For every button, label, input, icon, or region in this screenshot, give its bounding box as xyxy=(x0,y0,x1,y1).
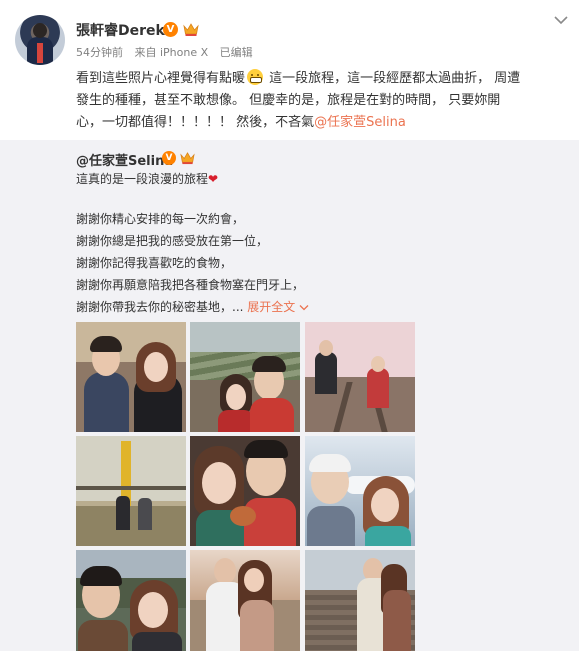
post-source[interactable]: 来自 iPhone X xyxy=(135,46,209,59)
photo-couple-airport[interactable] xyxy=(305,436,415,546)
photo-couple-village[interactable] xyxy=(305,550,415,651)
repost-line-6: 謝謝你帶我去你的秘密基地，... 展开全文 xyxy=(76,298,309,316)
grimace-emoji-icon xyxy=(247,69,264,85)
repost-line-4: 謝謝你記得我喜歡吃的食物， xyxy=(76,256,233,270)
crown-icon xyxy=(183,23,199,36)
photo-grid xyxy=(76,322,415,651)
photo-couple-railway[interactable] xyxy=(305,322,415,432)
author-name[interactable]: 張軒睿Derek xyxy=(76,20,165,40)
photo-couple-terraces[interactable] xyxy=(190,322,300,432)
crown-icon xyxy=(180,152,195,165)
repost-line-3: 謝謝你總是把我的感受放在第一位， xyxy=(76,234,269,248)
photo-couple-bridge[interactable] xyxy=(76,436,186,546)
photo-couple-sunset[interactable] xyxy=(190,550,300,651)
post-meta: 54分钟前 来自 iPhone X 已编辑 xyxy=(76,44,261,60)
post-text-line-3: 心，一切都值得！！！！！ 然後，不吝氣@任家萱Selina xyxy=(76,115,406,130)
post-text-line-2: 發生的種種，甚至不敢想像。 但慶幸的是，旅程是在對的時間， 只要妳開 xyxy=(76,93,501,108)
heart-icon: ❤ xyxy=(208,172,219,186)
chevron-down-icon xyxy=(299,305,309,311)
verified-v-icon: V xyxy=(163,22,178,37)
post-edited[interactable]: 已编辑 xyxy=(220,46,253,59)
weibo-post: 張軒睿Derek V 54分钟前 来自 iPhone X 已编辑 看到這些照片心… xyxy=(0,0,579,651)
repost-author[interactable]: @任家萱Selina xyxy=(76,150,173,169)
repost-line-2: 謝謝你精心安排的每一次約會， xyxy=(76,212,245,226)
photo-couple-mountain[interactable] xyxy=(76,550,186,651)
expand-full-text-link[interactable]: 展开全文 xyxy=(247,300,309,314)
photo-couple-cafe[interactable] xyxy=(76,322,186,432)
photo-couple-food[interactable] xyxy=(190,436,300,546)
chevron-down-icon[interactable] xyxy=(553,14,569,26)
repost-line-5: 謝謝你再願意陪我把各種食物塞在門牙上， xyxy=(76,278,305,292)
verified-v-icon: V xyxy=(162,151,176,165)
post-time[interactable]: 54分钟前 xyxy=(76,46,123,59)
post-text-line-1: 看到這些照片心裡覺得有點暖 這一段旅程，這一段經歷都太過曲折， 周遭 xyxy=(76,69,521,86)
repost-line-1: 這真的是一段浪漫的旅程❤ xyxy=(76,172,219,186)
post-text: 看到這些照片心裡覺得有點暖 這一段旅程，這一段經歷都太過曲折， 周遭 發生的種種… xyxy=(76,68,566,134)
mention-link[interactable]: @任家萱Selina xyxy=(314,115,406,130)
author-avatar[interactable] xyxy=(15,15,65,65)
